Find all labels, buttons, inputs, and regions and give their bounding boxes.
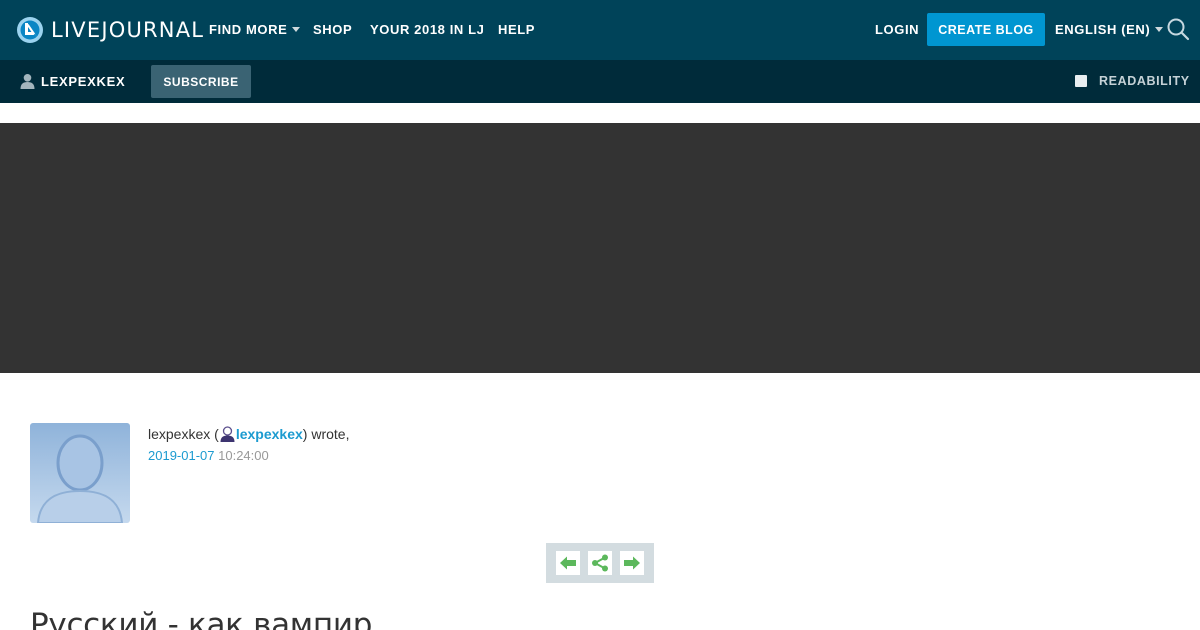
next-entry-button[interactable] xyxy=(620,551,644,575)
chevron-down-icon xyxy=(1155,27,1164,32)
user-icon xyxy=(20,74,35,89)
readability-label: READABILITY xyxy=(1099,74,1190,88)
default-userpic-icon xyxy=(30,423,130,523)
arrow-left-icon xyxy=(560,556,576,570)
author-name: lexpexkex xyxy=(148,426,211,442)
author-avatar[interactable] xyxy=(30,423,130,523)
chevron-down-icon xyxy=(292,27,301,32)
entry-title: Русский - как вампир xyxy=(30,607,373,630)
user-head-icon[interactable] xyxy=(219,426,236,442)
journal-header-banner xyxy=(0,123,1200,373)
top-navigation: LIVEJOURNAL FIND MORE SHOP YOUR 2018 IN … xyxy=(0,0,1200,60)
entry-time: 10:24:00 xyxy=(218,448,269,463)
nav-your-2018[interactable]: YOUR 2018 IN LJ xyxy=(370,22,485,38)
livejournal-logo-icon xyxy=(17,17,43,43)
journal-user-link[interactable]: LEXPEXKEX xyxy=(20,73,125,89)
entry-byline: lexpexkex (lexpexkex) wrote, xyxy=(148,426,350,442)
nav-shop[interactable]: SHOP xyxy=(313,22,352,38)
entry-navigation xyxy=(546,543,654,583)
wrote-text: ) wrote, xyxy=(302,426,350,442)
language-selector[interactable]: ENGLISH (EN) xyxy=(1055,22,1164,38)
journal-username: LEXPEXKEX xyxy=(41,73,126,89)
login-link[interactable]: LOGIN xyxy=(875,22,919,38)
entry-date-link[interactable]: 2019-01-07 xyxy=(148,448,215,463)
language-label: ENGLISH (EN) xyxy=(1055,22,1151,37)
nav-help[interactable]: HELP xyxy=(498,22,535,38)
readability-toggle[interactable]: READABILITY xyxy=(1075,74,1190,88)
previous-entry-button[interactable] xyxy=(556,551,580,575)
readability-checkbox[interactable] xyxy=(1075,75,1087,87)
entry-dateline: 2019-01-07 10:24:00 xyxy=(148,448,269,464)
search-icon[interactable] xyxy=(1166,17,1190,41)
author-user-link[interactable]: lexpexkex xyxy=(236,426,303,442)
livejournal-logo[interactable]: LIVEJOURNAL xyxy=(16,15,204,45)
create-blog-button[interactable]: CREATE BLOG xyxy=(927,13,1045,46)
nav-find-more-label: FIND MORE xyxy=(209,22,288,37)
arrow-right-icon xyxy=(624,556,640,570)
nav-find-more[interactable]: FIND MORE xyxy=(209,22,301,38)
share-button[interactable] xyxy=(588,551,612,575)
share-icon xyxy=(592,554,608,572)
journal-subnav: LEXPEXKEX SUBSCRIBE READABILITY xyxy=(0,60,1200,103)
logo-text: LIVEJOURNAL xyxy=(51,18,205,42)
subscribe-button[interactable]: SUBSCRIBE xyxy=(151,65,251,98)
